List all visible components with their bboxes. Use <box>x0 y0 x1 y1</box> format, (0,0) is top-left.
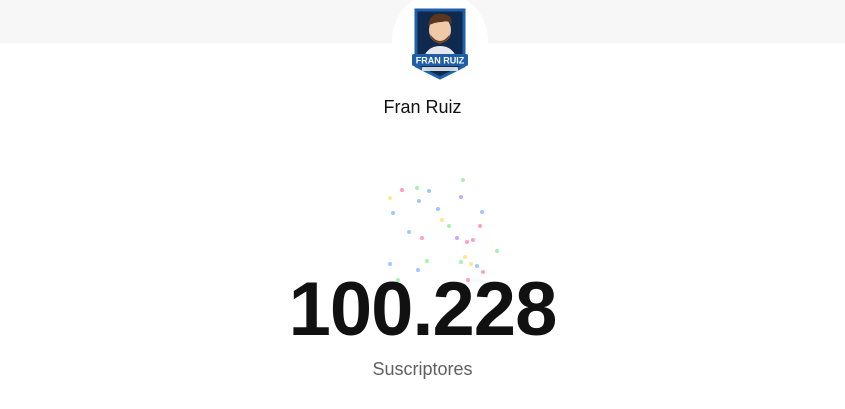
confetti-dot <box>471 238 475 242</box>
subscriber-label: Suscriptores <box>372 359 473 379</box>
confetti-dot <box>480 210 484 214</box>
confetti-dot <box>400 188 404 192</box>
confetti-dot <box>459 195 463 199</box>
subscriber-count: 100.228 <box>288 267 558 352</box>
avatar-logo-icon: FRAN RUIZ <box>412 8 468 80</box>
confetti-dot <box>391 211 395 215</box>
confetti-dot <box>427 189 431 193</box>
confetti-dot <box>463 255 467 259</box>
subscriber-counter-page: FRAN RUIZ Fran Ruiz 100.228 Suscriptores <box>0 0 845 409</box>
channel-avatar[interactable]: FRAN RUIZ <box>392 0 488 88</box>
confetti-dot <box>478 224 482 228</box>
confetti-dot <box>425 259 429 263</box>
confetti-dot <box>415 186 419 190</box>
confetti-dot <box>447 224 451 228</box>
confetti-dot <box>417 199 421 203</box>
confetti-dot <box>388 196 392 200</box>
confetti-dot <box>420 236 424 240</box>
confetti-dot <box>461 178 465 182</box>
confetti-dot <box>465 240 469 244</box>
logo-text: FRAN RUIZ <box>416 56 465 66</box>
confetti-dot <box>459 260 463 264</box>
channel-name[interactable]: Fran Ruiz <box>0 97 845 118</box>
confetti-dot <box>407 230 411 234</box>
confetti-dot <box>436 207 440 211</box>
confetti-dot <box>495 249 499 253</box>
confetti-dot <box>440 218 444 222</box>
confetti-dot <box>455 236 459 240</box>
